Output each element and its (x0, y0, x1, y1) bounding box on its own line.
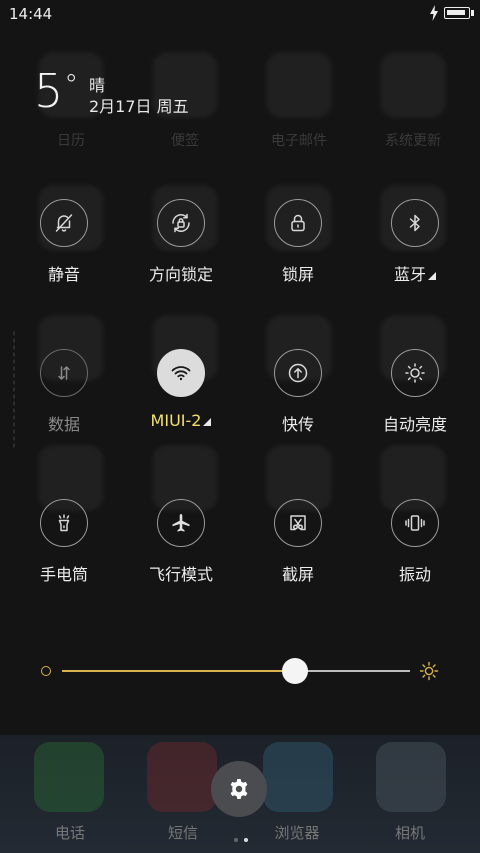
airplane-icon (172, 514, 190, 532)
toggle-vibrate[interactable]: 振动 (355, 499, 475, 585)
toggle-auto-brightness[interactable]: 自动亮度 (355, 349, 475, 435)
page-indicator (231, 827, 251, 846)
toggle-auto-brightness-circle[interactable] (391, 349, 439, 397)
page-dot-current (244, 838, 248, 842)
toggle-auto-brightness-label: 自动亮度 (382, 415, 447, 434)
toggle-lock-screen[interactable]: 锁屏 (238, 199, 358, 285)
toggle-silent[interactable]: 静音 (4, 199, 124, 285)
bg-app-tile (380, 52, 446, 118)
brightness-track-remaining[interactable] (295, 670, 410, 672)
bg-messages-app (147, 742, 217, 812)
lock-icon (291, 214, 305, 232)
settings-button[interactable] (211, 761, 267, 817)
temperature-value: 5 (34, 64, 65, 118)
toggle-bluetooth-label: 蓝牙 (355, 261, 475, 285)
upload-icon (288, 363, 308, 383)
bell-off-icon (55, 214, 73, 232)
toggle-silent-label: 静音 (47, 265, 80, 284)
toggle-airplane-label: 飞行模式 (148, 565, 213, 584)
more-options-icon (428, 272, 436, 280)
bg-app-label: 系统更新 (385, 133, 441, 149)
toggle-data[interactable]: 数据 (4, 349, 124, 435)
vibrate-icon (405, 515, 425, 531)
toggle-rotation-lock[interactable]: 方向锁定 (121, 199, 241, 285)
status-time: 14:44 (9, 5, 53, 23)
dock-label-browser: 浏览器 (274, 824, 320, 842)
toggle-data-label: 数据 (47, 415, 80, 434)
screenshot-scissors-icon (290, 515, 306, 531)
toggle-wifi[interactable]: MIUI-2 (121, 349, 241, 430)
battery-icon (444, 7, 470, 19)
toggle-screenshot-label: 截屏 (281, 565, 314, 584)
bluetooth-label-text: 蓝牙 (393, 265, 426, 284)
battery-level (447, 10, 465, 15)
weather-temperature[interactable]: 5° (34, 64, 79, 118)
data-arrows-icon (58, 366, 70, 380)
bg-app-tile (266, 52, 332, 118)
wifi-network-name: MIUI-2 (150, 411, 202, 430)
battery-nub (471, 10, 474, 16)
wifi-icon (171, 366, 191, 381)
flashlight-icon (58, 514, 70, 532)
toggle-bluetooth[interactable]: 蓝牙 (355, 199, 475, 285)
bg-app-label: 电子邮件 (271, 133, 327, 149)
bg-phone-app (34, 742, 104, 812)
dock-label-phone: 电话 (54, 824, 85, 842)
bg-camera-app (376, 742, 446, 812)
degree-symbol: ° (64, 68, 80, 101)
toggle-quick-transfer-circle[interactable] (274, 349, 322, 397)
toggle-flashlight-circle[interactable] (40, 499, 88, 547)
toggle-flashlight-label: 手电筒 (39, 565, 88, 584)
toggle-lock-screen-circle[interactable] (274, 199, 322, 247)
charging-icon (430, 5, 438, 21)
bluetooth-icon (409, 214, 420, 232)
page-dot (234, 838, 238, 842)
toggle-lock-screen-label: 锁屏 (281, 265, 314, 284)
toggle-quick-transfer-label: 快传 (281, 415, 314, 434)
toggle-silent-circle[interactable] (40, 199, 88, 247)
toggle-screenshot-circle[interactable] (274, 499, 322, 547)
sun-icon (405, 363, 425, 383)
toggle-quick-transfer[interactable]: 快传 (238, 349, 358, 435)
rotation-lock-icon (172, 213, 190, 233)
bg-browser-app (263, 742, 333, 812)
bg-app-label: 便签 (171, 133, 199, 149)
brightness-slider-thumb[interactable] (282, 658, 309, 684)
status-bar: 14:44 (0, 0, 480, 28)
toggle-airplane-circle[interactable] (157, 499, 205, 547)
toggle-screenshot[interactable]: 截屏 (238, 499, 358, 585)
dock-label-messages: 短信 (167, 824, 198, 842)
brightness-low-icon (41, 666, 51, 676)
dock-label-camera: 相机 (394, 824, 425, 842)
more-options-icon (203, 418, 212, 426)
toggle-rotation-lock-circle[interactable] (157, 199, 205, 247)
toggle-flashlight[interactable]: 手电筒 (4, 499, 124, 585)
gear-icon (230, 779, 248, 799)
toggle-data-circle[interactable] (40, 349, 88, 397)
weather-date: 2月17日 周五 (89, 97, 189, 116)
toggle-bluetooth-circle[interactable] (391, 199, 439, 247)
bg-app-label: 日历 (57, 133, 85, 149)
toggle-vibrate-circle[interactable] (391, 499, 439, 547)
toggle-vibrate-label: 振动 (398, 565, 431, 584)
toggle-wifi-circle[interactable] (157, 349, 205, 397)
toggle-airplane[interactable]: 飞行模式 (121, 499, 241, 585)
toggle-wifi-label: MIUI-2 (121, 411, 241, 430)
brightness-high-icon (419, 661, 439, 681)
toggle-rotation-lock-label: 方向锁定 (148, 265, 213, 284)
brightness-track-filled[interactable] (62, 670, 296, 672)
